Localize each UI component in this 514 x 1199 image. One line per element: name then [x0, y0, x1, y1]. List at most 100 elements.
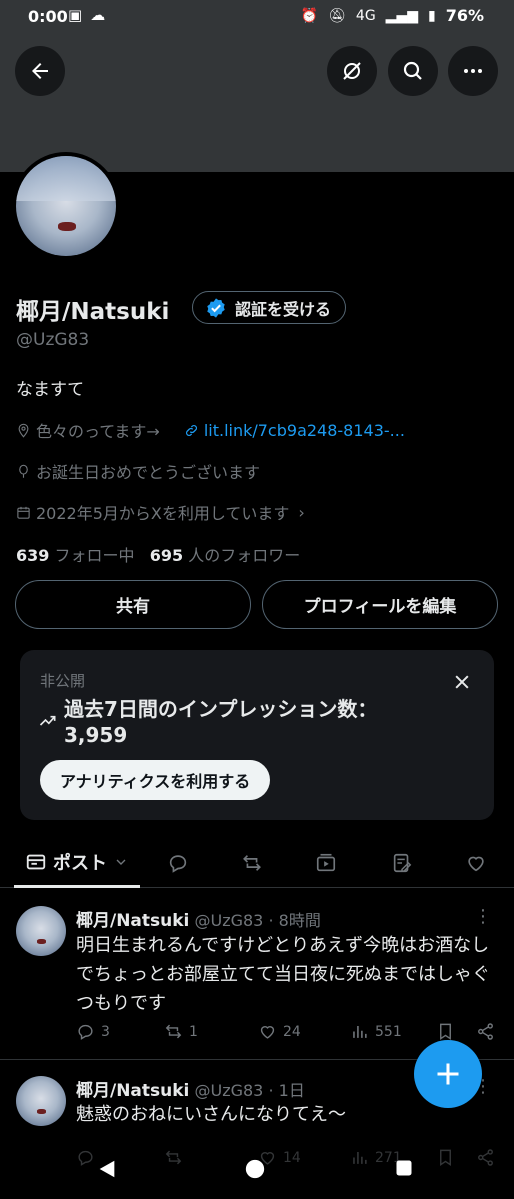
post-author-name[interactable]: 椰月/Natsuki: [76, 911, 189, 931]
bookmark-button[interactable]: [436, 1022, 455, 1041]
nav-back-icon[interactable]: [96, 1158, 118, 1180]
profile-tabs: ポスト: [0, 838, 514, 888]
signal-icon: ▂▄▆: [385, 7, 418, 24]
heart-tab-icon: [468, 856, 484, 872]
grok-icon: [343, 62, 361, 80]
network-label: 4G: [355, 7, 376, 24]
profile-handle: @UzG83: [16, 330, 90, 350]
plus-icon: [437, 1063, 459, 1085]
grok-button[interactable]: [327, 46, 377, 96]
arrow-left-icon: [32, 63, 48, 79]
balloon-icon: [19, 464, 28, 478]
post-time: 8時間: [278, 911, 321, 930]
like-count: 24: [283, 1023, 301, 1040]
private-label: 非公開: [40, 672, 86, 690]
view-count: 551: [375, 1023, 402, 1040]
trend-up-icon: [39, 715, 56, 726]
analytics-label: アナリティクスを利用する: [60, 772, 251, 791]
followers-count: 695: [149, 546, 184, 565]
post-avatar[interactable]: [16, 1076, 66, 1126]
reply-button[interactable]: 3: [76, 1022, 110, 1041]
search-button[interactable]: [388, 46, 438, 96]
post-header: 椰月/Natsuki @UzG83 · 8時間: [76, 906, 321, 931]
share-label: 共有: [116, 597, 150, 617]
repost-icon: [165, 1024, 182, 1039]
post-author-handle: @UzG83: [194, 1081, 264, 1100]
profile-avatar[interactable]: [12, 152, 120, 260]
status-left-icons: ▣ ☁: [68, 6, 105, 24]
link-icon: [185, 424, 197, 436]
profile-bio: なますて: [16, 380, 85, 400]
repost-count: 1: [189, 1023, 198, 1040]
tab-likes[interactable]: [454, 838, 498, 888]
alarm-icon: ⏰: [300, 7, 319, 24]
repost-button[interactable]: 1: [164, 1022, 198, 1041]
verified-badge-icon: [207, 297, 225, 318]
following-count: 639: [16, 546, 50, 565]
analytics-button[interactable]: アナリティクスを利用する: [40, 760, 271, 800]
system-nav-bar: [0, 1140, 514, 1199]
impressions-value: 3,959: [64, 723, 128, 747]
repost-tab-icon: [243, 855, 261, 871]
following-link[interactable]: 639 フォロー中: [16, 546, 135, 565]
nav-recents-icon[interactable]: [394, 1158, 414, 1178]
get-verified-button[interactable]: 認証を受ける: [192, 291, 347, 324]
chevron-right-icon: ›: [298, 502, 305, 522]
tab-posts[interactable]: ポスト: [14, 838, 140, 888]
post-item[interactable]: 椰月/Natsuki @UzG83 · 8時間 ⋮ 明日生まれるんですけどとりあ…: [0, 888, 514, 1058]
reply-tab-icon: [169, 855, 187, 873]
share-icon: [478, 1023, 493, 1040]
tv-icon: ▣: [68, 6, 83, 24]
video-tab-icon: [316, 853, 336, 872]
search-icon: [403, 61, 422, 80]
post-time: 1日: [278, 1081, 305, 1100]
back-button[interactable]: [15, 46, 65, 96]
nav-home-icon[interactable]: [244, 1158, 266, 1180]
battery-level: 76%: [445, 6, 484, 25]
profile-website-link[interactable]: lit.link/7cb9a248-8143-...: [204, 421, 405, 440]
bookmark-icon: [440, 1023, 451, 1040]
status-right-icons: ⏰ 🔕︎ 4G ▂▄▆ ▮ 76%: [301, 6, 484, 25]
edit-profile-button[interactable]: プロフィールを編集: [262, 580, 498, 629]
profile-birthday: お誕生日おめでとうございます: [36, 463, 261, 482]
following-label: フォロー中: [54, 546, 135, 565]
profile-name: 椰月/Natsuki: [16, 299, 170, 325]
post-author-handle: @UzG83: [194, 911, 264, 930]
bar-chart-icon: [353, 1025, 367, 1038]
status-time: 0:00: [28, 7, 68, 26]
follow-stats: 639 フォロー中 695 人のフォロワー: [16, 542, 300, 566]
more-button[interactable]: [448, 46, 498, 96]
tab-articles[interactable]: [380, 838, 424, 888]
edit-profile-label: プロフィールを編集: [303, 597, 457, 617]
cloud-icon: ☁: [90, 6, 106, 24]
impressions-summary: 過去7日間のインプレッション数： 3,959: [38, 696, 438, 748]
compose-post-button[interactable]: [414, 1040, 482, 1108]
tab-replies[interactable]: [156, 838, 200, 888]
followers-link[interactable]: 695 人のフォロワー: [150, 546, 301, 565]
share-post-button[interactable]: [476, 1022, 495, 1041]
like-button[interactable]: 24: [258, 1022, 301, 1041]
profile-meta-location-link: 色々のってます→ lit.link/7cb9a248-8143-...: [16, 418, 405, 442]
heart-icon: [260, 1026, 275, 1039]
profile-meta-birthday: お誕生日おめでとうございます: [16, 459, 260, 483]
dot-separator: ·: [268, 911, 274, 930]
impressions-card: 非公開 過去7日間のインプレッション数： 3,959 アナリティクスを利用する: [20, 650, 494, 820]
post-more-icon[interactable]: ⋮: [474, 906, 492, 927]
tab-reposts[interactable]: [230, 838, 274, 888]
reply-count: 3: [101, 1023, 110, 1040]
profile-meta-joined[interactable]: 2022年5月からXを利用しています ›: [16, 500, 305, 524]
tab-posts-label: ポスト: [53, 852, 107, 874]
tab-media[interactable]: [304, 838, 348, 888]
chevron-down-icon: [116, 859, 126, 865]
dot-separator: ·: [268, 1081, 274, 1100]
close-icon[interactable]: [452, 672, 472, 692]
views-button[interactable]: 551: [350, 1022, 402, 1041]
post-author-name[interactable]: 椰月/Natsuki: [76, 1081, 189, 1101]
posts-tab-icon: [26, 854, 46, 869]
more-horizontal-icon: [464, 69, 482, 73]
calendar-icon: [17, 506, 30, 519]
followers-label: 人のフォロワー: [188, 546, 301, 565]
post-text: 明日生まれるんですけどとりあえず今晩はお酒なしでちょっとお部屋立てて当日夜に死ぬ…: [76, 935, 490, 1014]
post-avatar[interactable]: [16, 906, 66, 956]
share-button[interactable]: 共有: [15, 580, 251, 629]
